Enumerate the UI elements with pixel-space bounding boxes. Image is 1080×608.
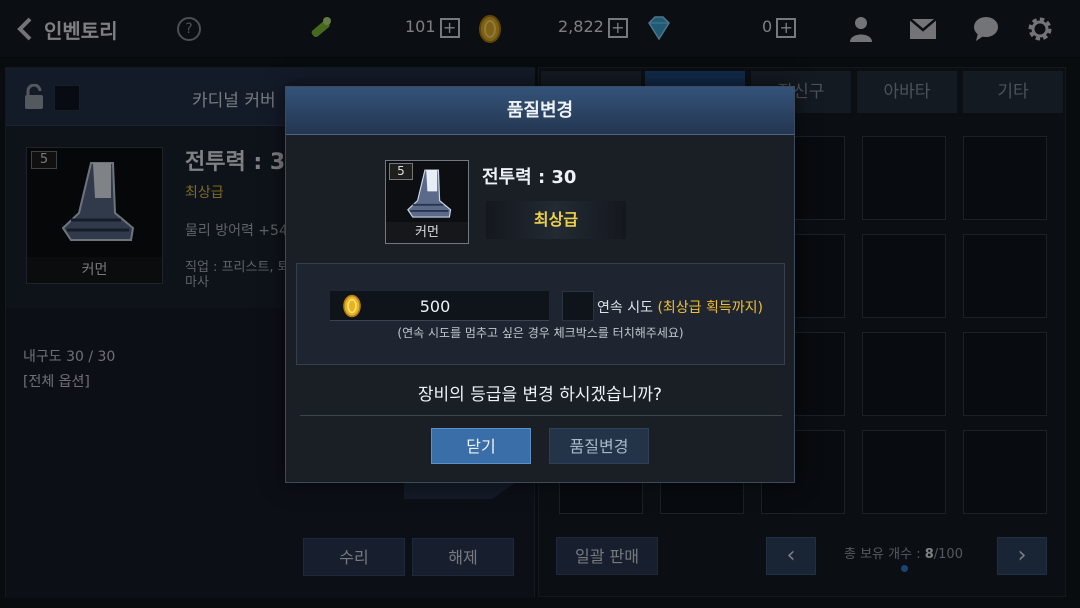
cost-value: 500 xyxy=(419,297,451,316)
cost-field: 500 xyxy=(330,291,549,321)
dialog-item-rarity-label: 커먼 xyxy=(386,222,468,243)
quality-change-dialog: 품질변경 5 커먼 전투력 : 30 최상급 500 연속 시도 (최상급 획득… xyxy=(285,86,795,483)
dialog-header: 품질변경 xyxy=(286,87,794,135)
dialog-item-power: 전투력 : 30 xyxy=(482,167,577,188)
gold-coin-icon xyxy=(342,294,362,318)
repeat-label-text: 연속 시도 xyxy=(597,300,653,316)
dialog-item-grade: 최상급 xyxy=(486,201,626,239)
cost-box: 500 연속 시도 (최상급 획득까지) (연속 시도를 멈추고 싶은 경우 체… xyxy=(296,263,785,365)
dialog-item-slot: 5 커먼 xyxy=(385,160,469,244)
dialog-title: 품질변경 xyxy=(506,100,574,121)
repeat-checkbox[interactable] xyxy=(562,291,594,321)
dialog-divider xyxy=(300,415,782,416)
confirm-question: 장비의 등급을 변경 하시겠습니까? xyxy=(417,385,663,405)
quality-change-button[interactable]: 품질변경 xyxy=(549,428,649,464)
boot-item-icon xyxy=(400,167,456,229)
repeat-note: (최상급 획득까지) xyxy=(657,300,763,316)
repeat-label: 연속 시도 (최상급 획득까지) xyxy=(597,297,763,317)
close-button[interactable]: 닫기 xyxy=(431,428,531,464)
repeat-hint: (연속 시도를 멈추고 싶은 경우 체크박스를 터치해주세요) xyxy=(397,326,684,340)
